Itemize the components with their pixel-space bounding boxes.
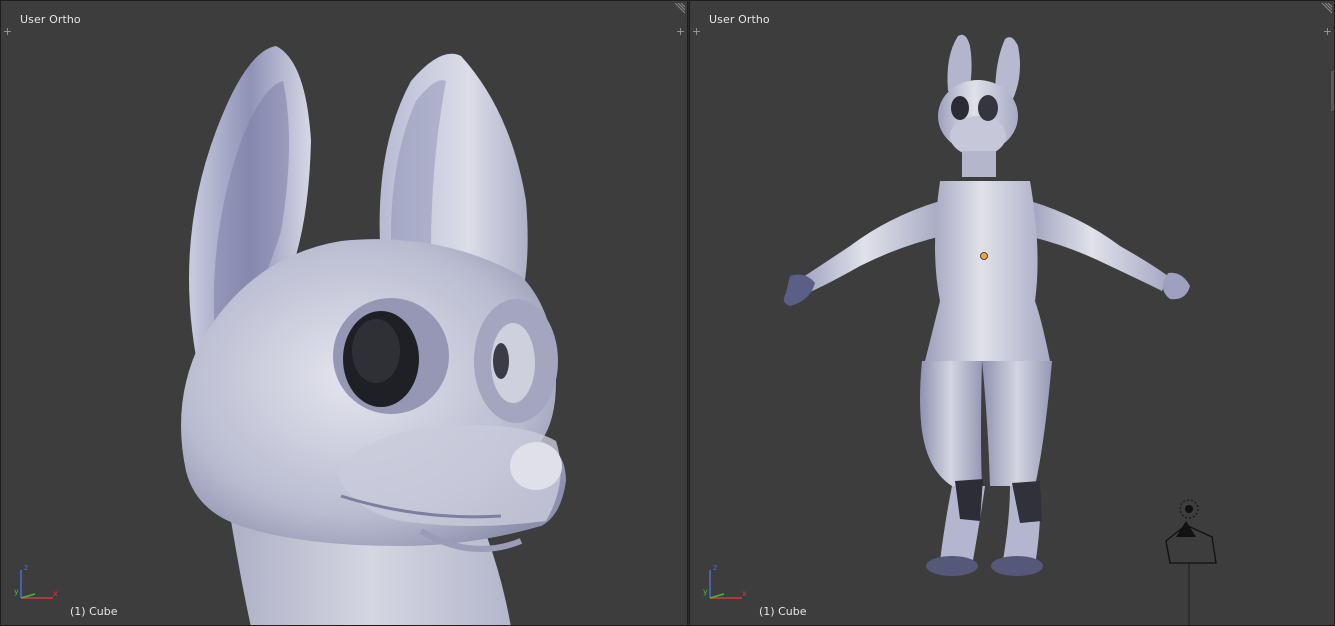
plus-icon[interactable]: + [691, 26, 702, 37]
viewport-left[interactable]: User Ortho + + z y x (1) Cube [0, 0, 688, 626]
corner-grip-icon[interactable] [1320, 3, 1332, 15]
origin-dot [980, 252, 988, 260]
axis-y-label: y [703, 587, 708, 596]
camera-icon[interactable] [1165, 521, 1217, 626]
head-closeup-model [181, 46, 566, 625]
axis-gizmo-icon: z y x [14, 563, 58, 599]
active-object-label: (1) Cube [759, 605, 807, 618]
viewport-right[interactable]: User Ortho + + z y x (1) Cube [689, 0, 1335, 626]
axis-gizmo-icon: z y x [703, 563, 747, 599]
plus-icon[interactable]: + [675, 26, 686, 37]
axis-z-label: z [713, 563, 717, 572]
viewport-title: User Ortho [20, 13, 81, 26]
axis-x-label: x [53, 589, 58, 598]
active-object-label: (1) Cube [70, 605, 118, 618]
axis-x-label: x [742, 589, 747, 598]
axis-y-label: y [14, 587, 19, 596]
viewport-scrollbar[interactable] [1331, 71, 1334, 111]
corner-grip-icon[interactable] [673, 3, 685, 15]
lamp-icon[interactable] [1179, 499, 1199, 519]
plus-icon[interactable]: + [2, 26, 13, 37]
full-body-model [783, 34, 1217, 626]
plus-icon[interactable]: + [1322, 26, 1333, 37]
viewport-title: User Ortho [709, 13, 770, 26]
axis-z-label: z [24, 563, 28, 572]
